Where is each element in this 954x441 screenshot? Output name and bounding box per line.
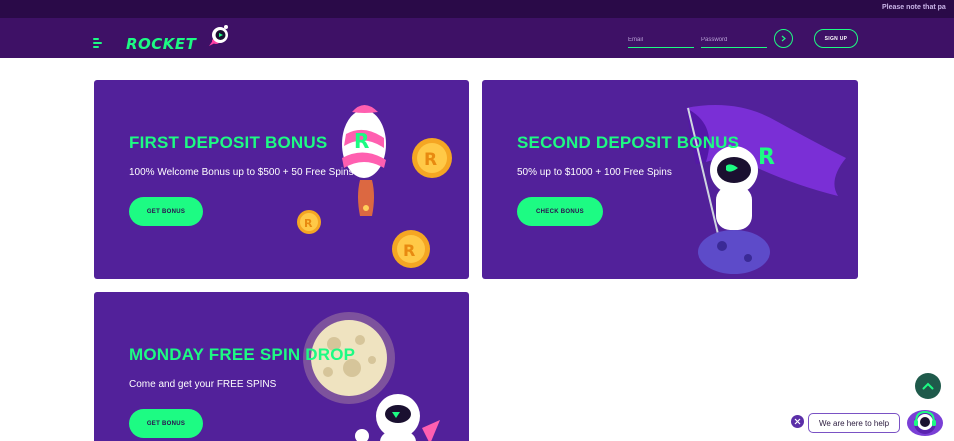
rocket-coins-illustration: R R R R [297, 105, 452, 268]
svg-text:R: R [758, 145, 775, 170]
login-submit-button[interactable] [774, 29, 793, 48]
svg-text:R: R [403, 241, 415, 260]
announcement-ticker: Please note that pa [0, 0, 954, 18]
scroll-to-top-button[interactable] [915, 373, 941, 399]
check-bonus-button[interactable]: CHECK BONUS [517, 197, 603, 226]
ticker-text: Please note that pa [882, 4, 946, 11]
rocket-logo-icon[interactable] [205, 24, 231, 50]
close-icon [794, 418, 801, 425]
get-bonus-button[interactable]: GET BONUS [129, 197, 203, 226]
promo-card-monday-free-spins: MONDAY FREE SPIN DROP Come and get your … [94, 292, 469, 441]
promo-title: MONDAY FREE SPIN DROP [129, 345, 356, 364]
password-input[interactable] [701, 30, 767, 50]
arrow-right-icon [781, 35, 786, 42]
logo-text[interactable]: ROCKET [126, 35, 196, 53]
site-header: ROCKET SIGN UP [0, 18, 954, 58]
promo-subtitle: Come and get your FREE SPINS [129, 379, 277, 390]
email-input[interactable] [628, 30, 694, 50]
hamburger-menu-icon[interactable] [93, 38, 102, 48]
promo-subtitle: 50% up to $1000 + 100 Free Spins [517, 167, 672, 178]
chat-prompt-bubble[interactable]: We are here to help [808, 413, 900, 433]
promo-title: FIRST DEPOSIT BONUS [129, 133, 328, 152]
chat-close-button[interactable] [791, 415, 804, 428]
password-field[interactable] [701, 28, 767, 50]
svg-text:R: R [304, 217, 313, 230]
astronaut-flag-illustration: R [686, 105, 846, 274]
svg-text:R: R [354, 129, 369, 153]
promo-title: SECOND DEPOSIT BONUS [517, 133, 740, 152]
support-agent-icon[interactable] [906, 405, 944, 441]
svg-text:R: R [424, 150, 437, 170]
chevron-up-icon [922, 382, 934, 390]
promo-card-second-deposit: R SECOND DEPOSIT BONUS 50% up to $1000 +… [482, 80, 858, 279]
promo-subtitle: 100% Welcome Bonus up to $500 + 50 Free … [129, 167, 354, 178]
promo-card-first-deposit: FIRST DEPOSIT BONUS 100% Welcome Bonus u… [94, 80, 469, 279]
email-field[interactable] [628, 28, 694, 50]
moon-astronaut-illustration [303, 312, 440, 441]
signup-button[interactable]: SIGN UP [814, 29, 858, 48]
get-bonus-button[interactable]: GET BONUS [129, 409, 203, 438]
